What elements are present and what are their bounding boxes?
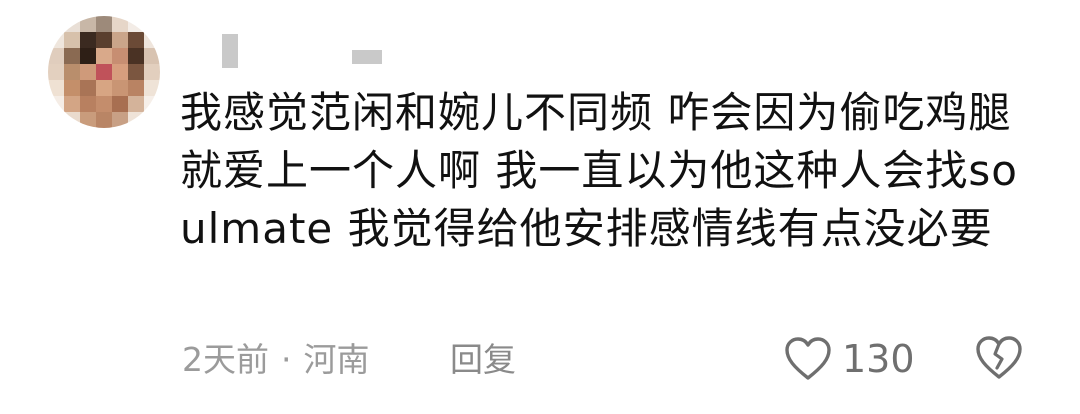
like-button[interactable]: 130 — [784, 334, 915, 384]
redaction-block — [352, 50, 382, 64]
broken-heart-icon — [974, 336, 1024, 386]
avatar[interactable] — [48, 16, 160, 128]
comment-location: 河南 — [303, 340, 370, 379]
comment-time: 2天前 — [182, 340, 269, 379]
heart-outline-icon — [784, 336, 832, 382]
meta-separator: · — [281, 340, 292, 379]
like-count: 130 — [842, 337, 915, 381]
dislike-button[interactable] — [974, 334, 1024, 386]
comment-item: 我感觉范闲和婉儿不同频 咋会因为偷吃鸡腿就爱上一个人啊 我一直以为他这种人会找s… — [0, 0, 1080, 414]
comment-meta: 2天前 · 河南 — [182, 336, 370, 384]
username-redacted[interactable] — [222, 34, 382, 68]
reply-button[interactable]: 回复 — [450, 336, 516, 384]
comment-text: 我感觉范闲和婉儿不同频 咋会因为偷吃鸡腿就爱上一个人啊 我一直以为他这种人会找s… — [180, 88, 1018, 253]
redaction-block — [222, 34, 238, 68]
